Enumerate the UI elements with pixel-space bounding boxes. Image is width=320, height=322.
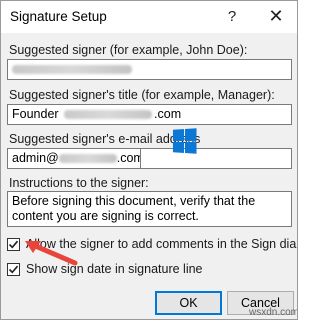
- close-icon[interactable]: ✕: [265, 6, 287, 26]
- watermark: wsxdn.com: [249, 307, 298, 318]
- instructions-textarea[interactable]: Before signing this document, verify tha…: [7, 191, 292, 227]
- signer-title-input[interactable]: Founder .com: [7, 104, 292, 125]
- checkmark-icon: [8, 240, 19, 248]
- red-arrow-icon: [25, 241, 78, 266]
- title-label: Suggested signer's title (for example, M…: [9, 88, 275, 102]
- email-label: Suggested signer's e-mail address: [9, 132, 201, 146]
- title-suffix: .com: [154, 107, 182, 121]
- signer-input[interactable]: [7, 59, 292, 80]
- signer-email-input-tail[interactable]: [141, 148, 292, 169]
- instructions-label: Instructions to the signer:: [9, 176, 149, 190]
- redacted-text: [64, 110, 153, 120]
- signer-email-input[interactable]: admin@ .com: [7, 148, 141, 169]
- windows-logo-icon: [172, 128, 197, 154]
- redacted-text: [12, 65, 132, 75]
- dialog-title: Signature Setup: [10, 9, 107, 24]
- redacted-text: [58, 154, 117, 164]
- title-bar: Signature Setup ? ✕: [1, 1, 297, 33]
- help-icon[interactable]: ?: [221, 6, 243, 26]
- email-suffix: .com: [116, 151, 140, 165]
- signature-setup-dialog: Signature Setup ? ✕ Suggested signer (fo…: [0, 0, 298, 320]
- title-prefix: Founder: [12, 107, 59, 121]
- signer-label: Suggested signer (for example, John Doe)…: [9, 43, 248, 57]
- ok-button[interactable]: OK: [155, 291, 222, 315]
- email-prefix: admin@: [12, 151, 59, 165]
- checkmark-icon: [8, 265, 19, 273]
